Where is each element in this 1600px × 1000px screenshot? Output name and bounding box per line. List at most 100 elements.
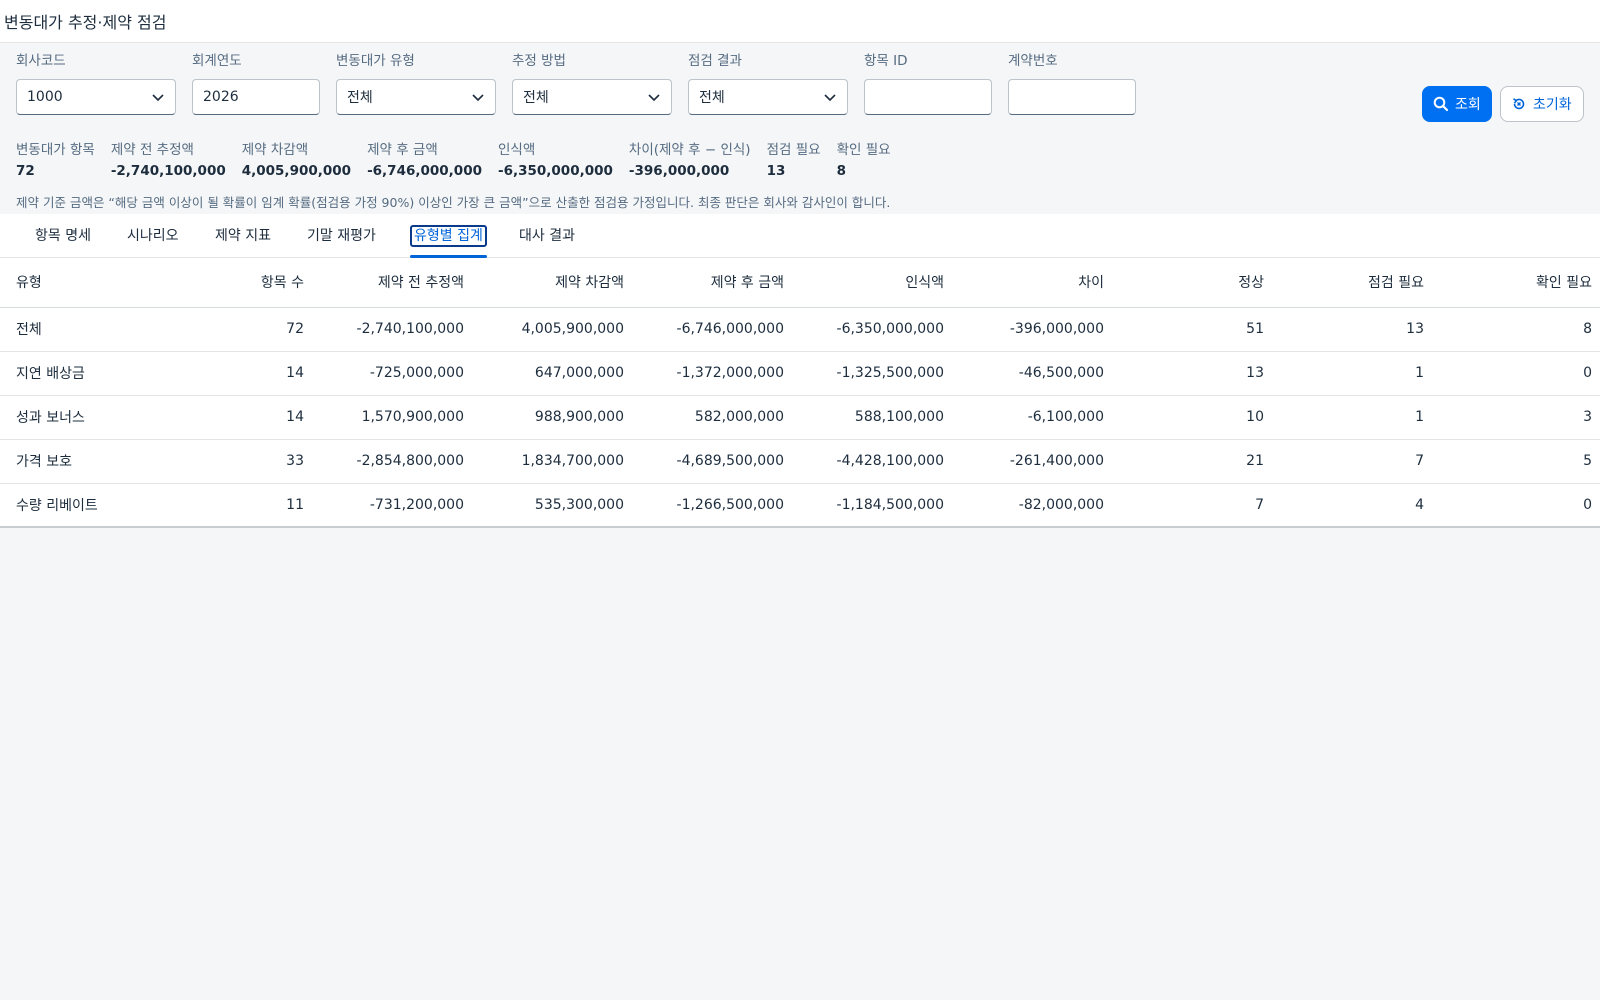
table-row[interactable]: 전체 72 -2,740,100,000 4,005,900,000 -6,74… [0, 307, 1600, 352]
table-cell: 14 [152, 395, 312, 440]
kpi-label: 인식액 [497, 142, 536, 158]
fiscal-year-field: 회계연도 [192, 51, 242, 71]
fiscal-year-label: 회계연도 [192, 53, 242, 69]
column-header[interactable]: 점검 필요 [1272, 258, 1432, 308]
kpi-needs-confirmation: 확인 필요 8 [837, 140, 891, 179]
kpi-label: 제약 전 추정액 [110, 142, 194, 158]
tab-label: 유형별 집계 [410, 225, 487, 247]
kpi-recognized: 인식액 -6,350,000,000 [498, 140, 613, 179]
column-header[interactable]: 제약 차감액 [472, 258, 632, 308]
table-cell: 0 [1432, 483, 1600, 528]
column-header[interactable]: 정상 [1112, 258, 1272, 308]
contract-no-label: 계약번호 [1008, 53, 1058, 69]
summary-table: 유형 항목 수 제약 전 추정액 제약 차감액 제약 후 금액 인식액 차이 정… [0, 258, 1600, 528]
contract-no-input[interactable] [1008, 79, 1136, 115]
filter-bar: 회사코드 1000 회계연도 2026 변동대가 유형 전체 추정 방법 전체 … [0, 43, 1600, 131]
fiscal-year-input[interactable]: 2026 [192, 79, 320, 115]
vc-type-label: 변동대가 유형 [336, 53, 415, 69]
kpi-label: 차이(제약 후 − 인식) [628, 142, 751, 158]
tab-constraint-metrics[interactable]: 제약 지표 [215, 214, 271, 258]
column-header[interactable]: 유형 [0, 258, 152, 308]
table-header-row: 유형 항목 수 제약 전 추정액 제약 차감액 제약 후 금액 인식액 차이 정… [0, 258, 1600, 308]
table-cell: 13 [1112, 351, 1272, 396]
tab-item-spec[interactable]: 항목 명세 [35, 214, 91, 258]
table-cell: 수량 리베이트 [0, 483, 152, 528]
tab-period-end-remeasure[interactable]: 기말 재평가 [307, 214, 376, 258]
company-code-select[interactable]: 1000 [16, 79, 176, 115]
company-code-field: 회사코드 [16, 51, 66, 71]
company-code-value: 1000 [27, 89, 63, 105]
tab-scenarios[interactable]: 시나리오 [127, 214, 179, 258]
table-cell: 1 [1272, 351, 1432, 396]
table-cell: 1,570,900,000 [312, 395, 472, 440]
table-cell: -1,325,500,000 [792, 351, 952, 396]
table-cell: 535,300,000 [472, 483, 632, 528]
kpi-label: 제약 후 금액 [367, 142, 438, 158]
table-cell: -1,266,500,000 [632, 483, 792, 528]
table-cell: 10 [1112, 395, 1272, 440]
table-cell: -1,372,000,000 [632, 351, 792, 396]
table-cell: 4 [1272, 483, 1432, 528]
table-cell: 11 [152, 483, 312, 528]
vc-type-value: 전체 [347, 90, 373, 106]
check-result-label: 점검 결과 [688, 53, 742, 69]
search-button-label: 조회 [1455, 97, 1481, 113]
shell-bar: 변동대가 추정·제약 점검 [0, 0, 1600, 43]
check-result-select[interactable]: 전체 [688, 79, 848, 115]
estimation-method-value: 전체 [523, 90, 549, 106]
estimation-method-label: 추정 방법 [512, 53, 566, 69]
table-cell: -1,184,500,000 [792, 483, 952, 528]
tab-label: 대사 결과 [519, 228, 575, 244]
table-cell: 14 [152, 351, 312, 396]
kpi-value: 13 [766, 163, 786, 179]
table-cell: 33 [152, 439, 312, 484]
table-cell: 성과 보너스 [0, 395, 152, 440]
check-result-value: 전체 [699, 90, 725, 106]
table-row[interactable]: 지연 배상금 14 -725,000,000 647,000,000 -1,37… [0, 351, 1600, 396]
reset-icon [1513, 98, 1525, 110]
table-cell: 8 [1432, 307, 1600, 352]
column-header[interactable]: 확인 필요 [1432, 258, 1600, 308]
kpi-value: 8 [836, 163, 846, 179]
table-cell: 72 [152, 307, 312, 352]
item-id-label: 항목 ID [864, 53, 908, 69]
table-cell: -396,000,000 [952, 307, 1112, 352]
table-cell: 588,100,000 [792, 395, 952, 440]
vc-type-field: 변동대가 유형 [336, 51, 415, 71]
kpi-value: 72 [16, 163, 35, 179]
table-cell: -2,854,800,000 [312, 439, 472, 484]
vc-type-select[interactable]: 전체 [336, 79, 496, 115]
tab-reconciliation[interactable]: 대사 결과 [519, 214, 575, 258]
table-row[interactable]: 성과 보너스 14 1,570,900,000 988,900,000 582,… [0, 395, 1600, 440]
tab-label: 항목 명세 [35, 228, 91, 244]
kpi-item-count: 변동대가 항목 72 [16, 140, 95, 179]
column-header[interactable]: 항목 수 [152, 258, 312, 308]
reset-button[interactable]: 초기화 [1500, 86, 1584, 122]
kpi-difference: 차이(제약 후 − 인식) -396,000,000 [629, 140, 751, 179]
check-result-field: 점검 결과 [688, 51, 742, 71]
kpi-value: -6,746,000,000 [367, 163, 482, 179]
tab-summary-by-type[interactable]: 유형별 집계 [410, 214, 487, 258]
search-button[interactable]: 조회 [1422, 86, 1492, 122]
table-cell: 582,000,000 [632, 395, 792, 440]
column-header[interactable]: 제약 후 금액 [632, 258, 792, 308]
table-cell: 7 [1112, 483, 1272, 528]
kpi-needs-review: 점검 필요 13 [767, 140, 821, 179]
tab-label: 기말 재평가 [307, 228, 376, 244]
item-id-input[interactable] [864, 79, 992, 115]
table-cell: 1,834,700,000 [472, 439, 632, 484]
estimation-method-select[interactable]: 전체 [512, 79, 672, 115]
table-cell: -2,740,100,000 [312, 307, 472, 352]
company-code-label: 회사코드 [16, 53, 66, 69]
column-header[interactable]: 제약 전 추정액 [312, 258, 472, 308]
column-header[interactable]: 차이 [952, 258, 1112, 308]
table-cell: 가격 보호 [0, 439, 152, 484]
column-header[interactable]: 인식액 [792, 258, 952, 308]
table-row[interactable]: 가격 보호 33 -2,854,800,000 1,834,700,000 -4… [0, 439, 1600, 484]
fiscal-year-value: 2026 [203, 89, 239, 105]
kpi-value: -396,000,000 [628, 163, 730, 179]
kpi-label: 제약 차감액 [241, 142, 309, 158]
table-cell: 0 [1432, 351, 1600, 396]
table-row[interactable]: 수량 리베이트 11 -731,200,000 535,300,000 -1,2… [0, 483, 1600, 528]
table-cell: 5 [1432, 439, 1600, 484]
